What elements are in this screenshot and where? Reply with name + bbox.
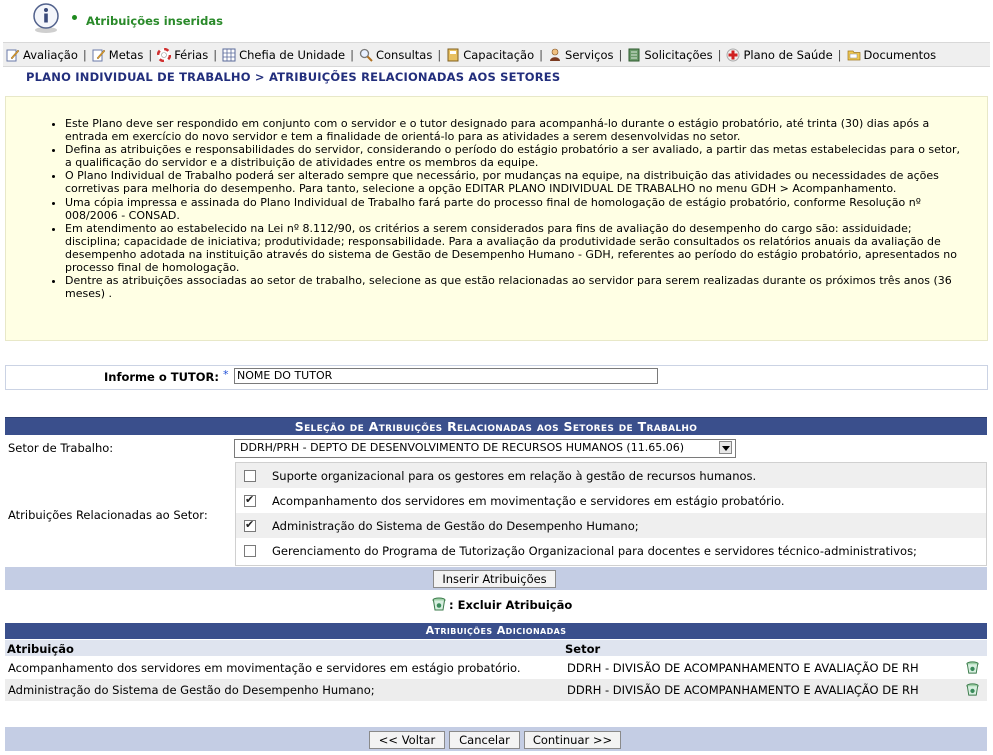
cancel-button[interactable]: Cancelar bbox=[449, 731, 520, 749]
chevron-down-icon[interactable] bbox=[719, 441, 732, 454]
instruction-item: Em atendimento ao estabelecido na Lei nº… bbox=[65, 222, 963, 274]
person-icon bbox=[550, 48, 561, 61]
magnifier-icon bbox=[359, 48, 373, 62]
instruction-item: Defina as atribuições e responsabilidade… bbox=[65, 143, 963, 169]
tutor-input[interactable]: NOME DO TUTOR bbox=[234, 368, 658, 384]
attribution-checkbox[interactable] bbox=[244, 469, 256, 482]
menu-separator: | bbox=[437, 47, 442, 62]
main-menu: Avaliação | Metas | Férias | Chefia de U… bbox=[3, 42, 990, 67]
selection-header: Seleção de Atribuições Relacionadas aos … bbox=[5, 417, 987, 435]
message-bullet bbox=[72, 15, 77, 20]
table-row: Acompanhamento dos servidores em movimen… bbox=[5, 657, 987, 679]
instruction-item: Uma cópia impressa e assinada do Plano I… bbox=[65, 196, 963, 222]
column-header-setor: Setor bbox=[565, 642, 601, 656]
instruction-item: O Plano Individual de Trabalho poderá se… bbox=[65, 169, 963, 195]
row-setor: DDRH - DIVISÃO DE ACOMPANHAMENTO E AVALI… bbox=[567, 661, 919, 675]
notebook-icon bbox=[628, 48, 640, 61]
menu-item-servicos[interactable]: Serviços bbox=[545, 48, 616, 62]
menu-separator: | bbox=[539, 47, 544, 62]
menu-item-metas[interactable]: Metas bbox=[89, 48, 147, 62]
attribution-option: Administração do Sistema de Gestão do De… bbox=[236, 513, 986, 538]
trash-icon[interactable] bbox=[965, 682, 980, 697]
lifebuoy-icon bbox=[157, 47, 172, 62]
page-title: PLANO INDIVIDUAL DE TRABALHO > ATRIBUIÇÕ… bbox=[26, 70, 561, 84]
attribution-checkbox[interactable] bbox=[244, 544, 256, 557]
trash-icon bbox=[432, 597, 446, 611]
setor-label: Setor de Trabalho: bbox=[8, 441, 114, 455]
required-mark: * bbox=[223, 368, 229, 381]
menu-item-plano-saude[interactable]: Plano de Saúde bbox=[723, 48, 835, 62]
menu-item-consultas[interactable]: Consultas bbox=[356, 48, 435, 62]
instruction-item: Este Plano deve ser respondido em conjun… bbox=[65, 117, 963, 143]
trash-icon[interactable] bbox=[965, 660, 980, 675]
menu-item-solicitacoes[interactable]: Solicitações bbox=[624, 48, 715, 62]
menu-item-capacitacao[interactable]: Capacitação bbox=[443, 48, 537, 62]
row-setor: DDRH - DIVISÃO DE ACOMPANHAMENTO E AVALI… bbox=[567, 683, 919, 697]
folder-icon bbox=[847, 50, 860, 60]
menu-separator: | bbox=[717, 47, 722, 62]
attribution-option: Acompanhamento dos servidores em movimen… bbox=[236, 488, 986, 513]
continue-button[interactable]: Continuar >> bbox=[524, 731, 621, 749]
back-button[interactable]: << Voltar bbox=[369, 731, 445, 749]
attribution-option: Gerenciamento do Programa de Tutorização… bbox=[236, 538, 986, 563]
menu-separator: | bbox=[213, 47, 218, 62]
attributions-label: Atribuições Relacionadas ao Setor: bbox=[8, 508, 208, 522]
menu-item-documentos[interactable]: Documentos bbox=[844, 48, 940, 62]
attribution-checkbox[interactable] bbox=[244, 493, 256, 507]
menu-item-chefia[interactable]: Chefia de Unidade bbox=[219, 48, 348, 62]
row-atribuicao: Acompanhamento dos servidores em movimen… bbox=[8, 661, 521, 675]
attribution-option: Suporte organizacional para os gestores … bbox=[236, 463, 986, 488]
menu-item-avaliacao[interactable]: Avaliação bbox=[3, 48, 81, 62]
success-message: Atribuições inseridas bbox=[86, 14, 223, 28]
tutor-label: Informe o TUTOR: bbox=[104, 370, 219, 384]
menu-item-ferias[interactable]: Férias bbox=[154, 47, 211, 62]
grid-icon bbox=[222, 48, 236, 61]
menu-separator: | bbox=[350, 47, 354, 62]
menu-separator: | bbox=[618, 47, 623, 62]
delete-legend: : Excluir Atribuição bbox=[449, 598, 573, 612]
attribution-checkbox[interactable] bbox=[244, 518, 256, 532]
info-icon bbox=[33, 3, 59, 33]
setor-select-value: DDRH/PRH - DEPTO DE DESENVOLVIMENTO DE R… bbox=[240, 441, 684, 454]
pencil-paper-icon bbox=[6, 49, 20, 61]
menu-separator: | bbox=[82, 47, 87, 62]
table-header-row bbox=[5, 640, 987, 656]
pencil-paper-icon bbox=[92, 49, 106, 61]
menu-separator: | bbox=[837, 47, 842, 62]
instruction-item: Dentre as atribuições associadas ao seto… bbox=[65, 274, 963, 300]
menu-separator: | bbox=[148, 47, 153, 62]
table-row: Administração do Sistema de Gestão do De… bbox=[5, 679, 987, 701]
book-icon bbox=[447, 48, 459, 61]
row-atribuicao: Administração do Sistema de Gestão do De… bbox=[8, 683, 375, 697]
insert-attributions-button[interactable]: Inserir Atribuições bbox=[433, 570, 556, 588]
column-header-atribuicao: Atribuição bbox=[7, 642, 74, 656]
attributions-options: Suporte organizacional para os gestores … bbox=[235, 462, 987, 566]
instructions-box: Este Plano deve ser respondido em conjun… bbox=[5, 96, 988, 341]
health-cross-icon bbox=[726, 48, 740, 61]
added-header: Atribuições Adicionadas bbox=[5, 623, 987, 639]
